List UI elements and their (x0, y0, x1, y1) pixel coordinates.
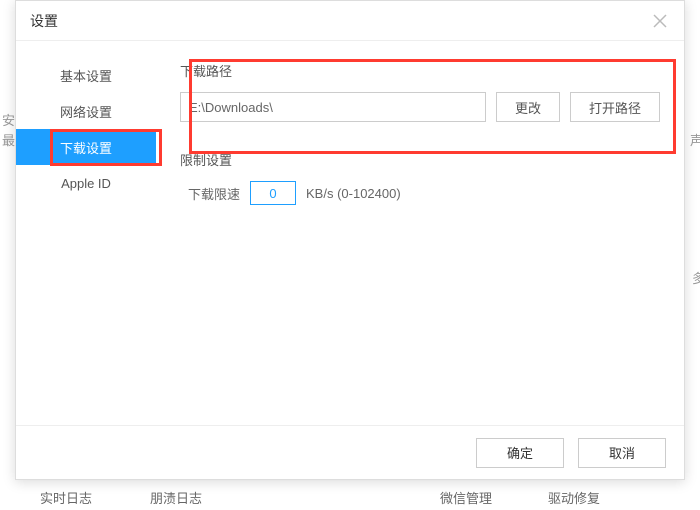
sidebar-item-appleid[interactable]: Apple ID (16, 165, 156, 201)
sidebar-item-basic[interactable]: 基本设置 (16, 57, 156, 93)
close-icon (653, 14, 667, 28)
sidebar-item-network[interactable]: 网络设置 (16, 93, 156, 129)
bg-text: 最 (2, 130, 15, 149)
bg-text: 朋渍日志 (150, 488, 202, 507)
dialog-title: 设置 (30, 11, 58, 31)
bg-text: 声 (690, 130, 700, 149)
cancel-button[interactable]: 取消 (578, 438, 666, 468)
dialog-footer: 确定 取消 (16, 425, 684, 479)
dialog-body: 基本设置 网络设置 下载设置 Apple ID 下载路径 更改 打开路径 限制设… (16, 41, 684, 425)
bg-text: 微信管理 (440, 488, 492, 507)
settings-dialog: 设置 基本设置 网络设置 下载设置 Apple ID 下载路径 更改 打开路径 … (15, 0, 685, 480)
limit-section: 限制设置 下载限速 KB/s (0-102400) (180, 150, 660, 205)
limit-section-title: 限制设置 (180, 150, 660, 169)
open-path-button[interactable]: 打开路径 (570, 92, 660, 122)
bg-text: 多 (692, 268, 700, 287)
content-panel: 下载路径 更改 打开路径 限制设置 下载限速 KB/s (0-102400) (156, 41, 684, 425)
limit-input[interactable] (250, 181, 296, 205)
sidebar: 基本设置 网络设置 下载设置 Apple ID (16, 41, 156, 425)
download-path-title: 下载路径 (180, 61, 660, 80)
download-path-input[interactable] (180, 92, 486, 122)
bg-text: 驱动修复 (548, 488, 600, 507)
dialog-header: 设置 (16, 1, 684, 41)
close-button[interactable] (650, 11, 670, 31)
sidebar-item-download[interactable]: 下载设置 (16, 129, 156, 165)
bg-text: 实时日志 (40, 488, 92, 507)
bg-text: 安 (2, 110, 15, 129)
ok-button[interactable]: 确定 (476, 438, 564, 468)
change-path-button[interactable]: 更改 (496, 92, 560, 122)
limit-label: 下载限速 (188, 184, 240, 203)
limit-row: 下载限速 KB/s (0-102400) (180, 181, 660, 205)
limit-hint: KB/s (0-102400) (306, 186, 401, 201)
download-path-row: 更改 打开路径 (180, 92, 660, 122)
